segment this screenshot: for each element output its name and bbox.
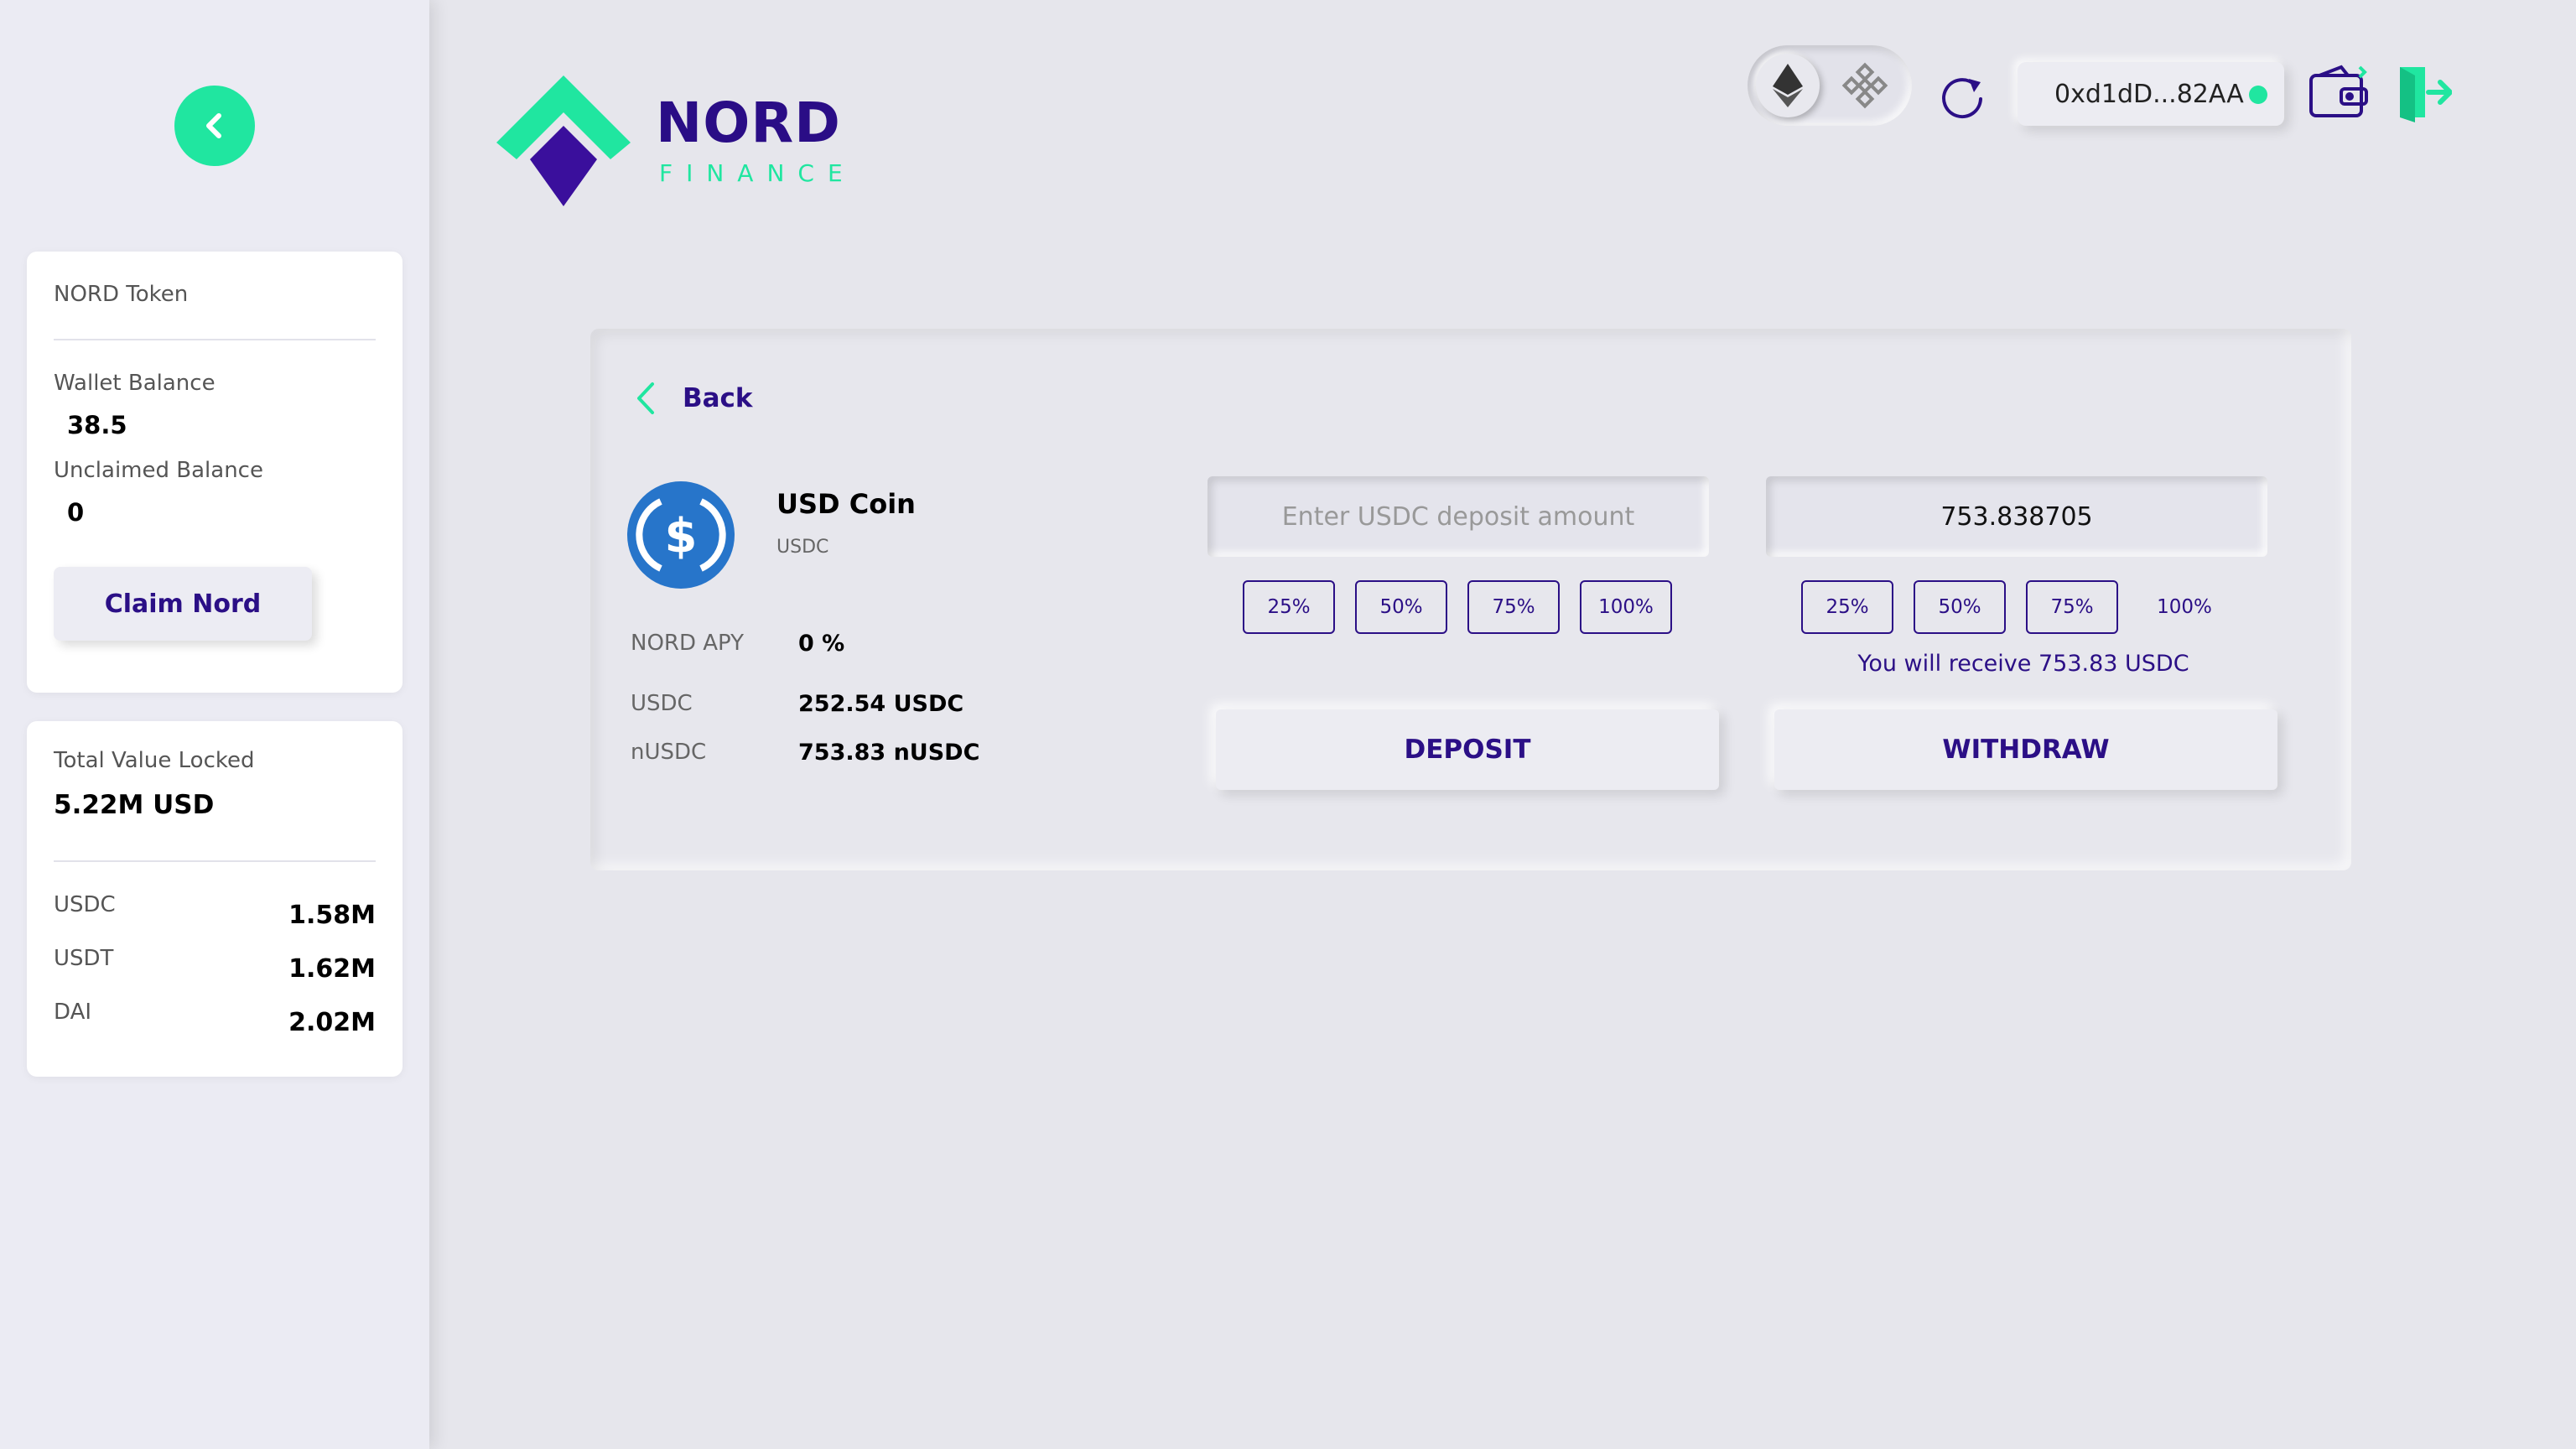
stat-label-nusdc: nUSDC: [631, 740, 707, 765]
withdraw-50-percent-button[interactable]: 50%: [1914, 580, 2006, 634]
collapse-sidebar-button[interactable]: [174, 86, 255, 166]
wallet-address-text: 0xd1dD...82AA: [2054, 79, 2244, 109]
chevron-left-icon: [637, 382, 654, 414]
wallet-balance-label: Wallet Balance: [54, 371, 216, 396]
deposit-amount-input[interactable]: [1208, 476, 1709, 557]
tvl-card: Total Value Locked 5.22M USD USDC 1.58M …: [27, 721, 402, 1077]
network-toggle[interactable]: [1748, 45, 1912, 126]
tvl-total: 5.22M USD: [54, 790, 215, 820]
brand-subtitle: FINANCE: [659, 159, 856, 187]
wallet-switch-icon[interactable]: [2308, 64, 2371, 122]
brand-name: NORD: [656, 91, 841, 155]
wallet-address-button[interactable]: 0xd1dD...82AA: [2018, 62, 2284, 126]
tvl-row-label: USDC: [54, 892, 116, 917]
deposit-100-percent-button[interactable]: 100%: [1580, 580, 1672, 634]
ethereum-network-option[interactable]: [1756, 54, 1820, 117]
refresh-icon[interactable]: [1937, 70, 1987, 121]
vault-panel: Back $ USD Coin USDC NORD APY 0 % USDC 2…: [590, 329, 2351, 870]
svg-text:$: $: [665, 509, 698, 564]
withdraw-button[interactable]: WITHDRAW: [1774, 709, 2277, 790]
bnb-chain-icon[interactable]: [1841, 62, 1888, 109]
stat-label-usdc: USDC: [631, 691, 693, 716]
deposit-50-percent-button[interactable]: 50%: [1355, 580, 1447, 634]
nord-token-card: NORD Token Wallet Balance 38.5 Unclaimed…: [27, 252, 402, 693]
withdraw-25-percent-button[interactable]: 25%: [1801, 580, 1893, 634]
stat-label-apy: NORD APY: [631, 631, 745, 656]
back-label: Back: [683, 383, 753, 413]
withdraw-75-percent-button[interactable]: 75%: [2026, 580, 2118, 634]
stat-value-usdc: 252.54 USDC: [798, 691, 964, 717]
withdraw-amount-input[interactable]: [1766, 476, 2267, 557]
logout-icon[interactable]: [2395, 62, 2452, 122]
coin-name: USD Coin: [776, 488, 916, 520]
deposit-25-percent-button[interactable]: 25%: [1243, 580, 1335, 634]
divider: [54, 339, 376, 340]
stat-value-apy: 0 %: [798, 631, 845, 657]
ethereum-icon: [1773, 64, 1803, 107]
tvl-row-value: 1.58M: [288, 901, 376, 930]
nord-logo-icon: [496, 75, 631, 206]
nord-finance-logo[interactable]: NORD FINANCE: [496, 75, 849, 210]
stat-value-nusdc: 753.83 nUSDC: [798, 740, 980, 766]
back-button[interactable]: Back: [634, 381, 753, 416]
unclaimed-balance-label: Unclaimed Balance: [54, 458, 263, 483]
tvl-row-value: 2.02M: [288, 1008, 376, 1037]
withdraw-100-percent-button[interactable]: 100%: [2138, 580, 2231, 634]
chevron-left-icon: [206, 113, 221, 138]
deposit-75-percent-button[interactable]: 75%: [1467, 580, 1560, 634]
deposit-button[interactable]: DEPOSIT: [1216, 709, 1719, 790]
tvl-row-label: USDT: [54, 946, 114, 971]
connection-status-dot: [2249, 86, 2267, 104]
tvl-row-label: DAI: [54, 1000, 92, 1025]
divider: [54, 860, 376, 862]
receive-estimate: You will receive 753.83 USDC: [1857, 651, 2189, 677]
usdc-coin-icon: $: [627, 481, 735, 589]
token-card-title: NORD Token: [54, 282, 189, 307]
tvl-row-value: 1.62M: [288, 954, 376, 984]
sidebar: NORD Token Wallet Balance 38.5 Unclaimed…: [0, 0, 429, 1449]
wallet-balance-value: 38.5: [67, 411, 127, 439]
claim-nord-button[interactable]: Claim Nord: [54, 567, 312, 641]
tvl-title: Total Value Locked: [54, 748, 255, 773]
coin-symbol: USDC: [776, 537, 829, 558]
unclaimed-balance-value: 0: [67, 498, 85, 527]
